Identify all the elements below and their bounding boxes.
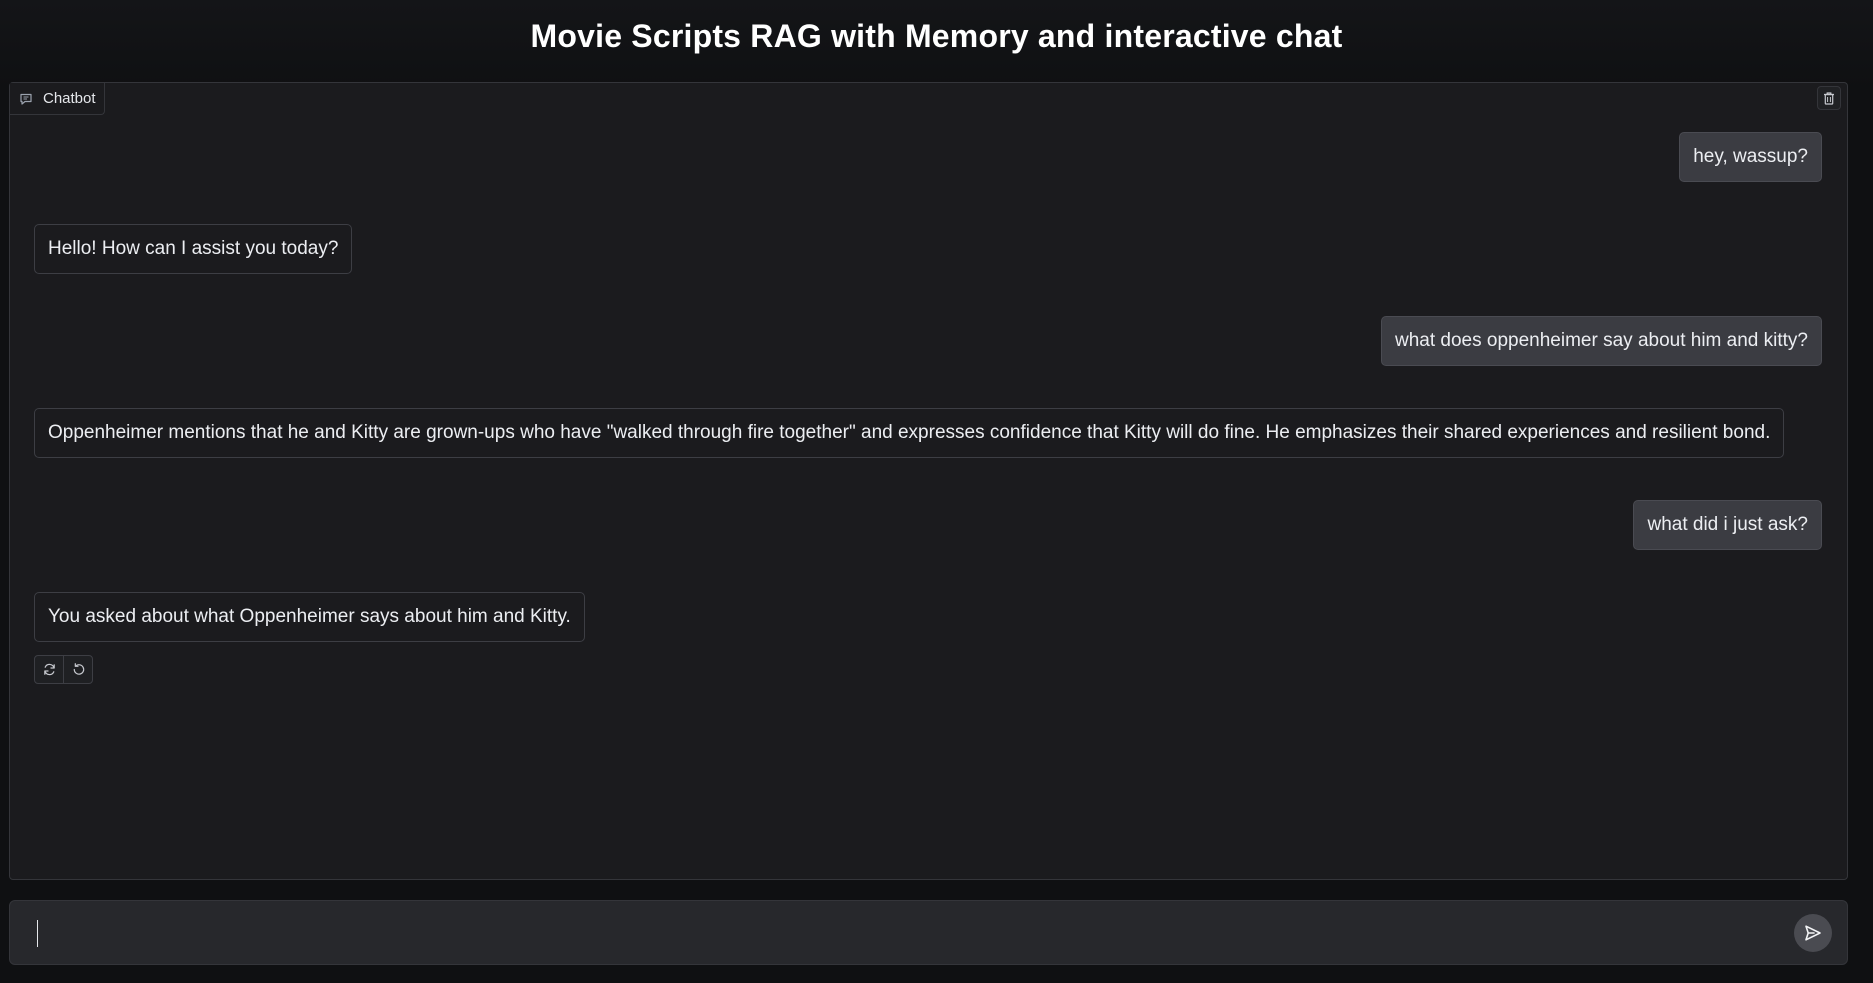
- send-icon: [1803, 923, 1823, 943]
- user-message: what does oppenheimer say about him and …: [1381, 316, 1822, 366]
- retry-icon: [42, 662, 57, 677]
- bot-message: Oppenheimer mentions that he and Kitty a…: [34, 408, 1785, 458]
- trash-icon: [1822, 91, 1836, 106]
- chat-icon: [19, 92, 33, 106]
- message-input-box: [9, 900, 1848, 965]
- app-root: Movie Scripts RAG with Memory and intera…: [0, 0, 1873, 983]
- undo-button[interactable]: [63, 656, 92, 683]
- chatbot-panel: Chatbot hey, wassup? Hello! How can I as…: [9, 82, 1848, 880]
- retry-button[interactable]: [35, 656, 63, 683]
- bot-message: You asked about what Oppenheimer says ab…: [34, 592, 585, 642]
- message-actions: [34, 655, 93, 684]
- bot-message: Hello! How can I assist you today?: [34, 224, 353, 274]
- clear-chat-button[interactable]: [1817, 86, 1841, 110]
- send-button[interactable]: [1794, 914, 1832, 952]
- message-input[interactable]: [26, 913, 1786, 953]
- chatbot-label: Chatbot: [10, 83, 105, 115]
- page-title: Movie Scripts RAG with Memory and intera…: [530, 18, 1343, 54]
- undo-icon: [71, 662, 86, 677]
- user-message: what did i just ask?: [1633, 500, 1822, 550]
- text-cursor: [37, 920, 38, 947]
- user-message: hey, wassup?: [1679, 132, 1822, 182]
- chatbot-label-text: Chatbot: [43, 90, 96, 107]
